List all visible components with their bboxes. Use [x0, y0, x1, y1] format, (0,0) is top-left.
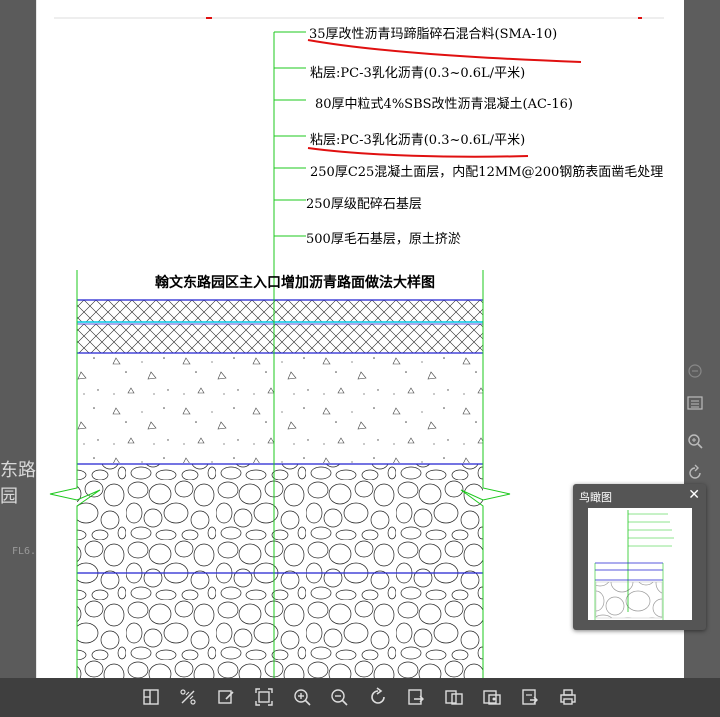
background-cad-text: 东路园 — [0, 460, 36, 507]
zoom-in-icon[interactable] — [288, 683, 316, 711]
overview-thumbnail-drawing — [594, 510, 674, 620]
annotate-icon[interactable] — [212, 683, 240, 711]
layout-icon[interactable] — [137, 683, 165, 711]
compare-icon[interactable] — [440, 683, 468, 711]
side-list-icon[interactable] — [684, 392, 706, 414]
share-icon[interactable] — [516, 683, 544, 711]
layer-label-tack-coat-1: 粘层:PC-3乳化沥青(0.3~0.6L/平米) — [310, 66, 526, 81]
close-icon[interactable]: ✕ — [688, 487, 700, 503]
background-cad-small-text: FL6. — [12, 546, 37, 557]
layer-label-ac16: 80厚中粒式4%SBS改性沥青混凝土(AC-16) — [315, 97, 573, 112]
zoom-out-icon[interactable] — [325, 683, 353, 711]
drawing-title: 翰文东路园区主入口增加沥青路面做法大样图 — [155, 275, 435, 291]
overview-panel[interactable]: 鸟瞰图 ✕ — [573, 484, 706, 630]
side-zoom-icon[interactable] — [684, 430, 706, 452]
print-icon[interactable] — [554, 683, 582, 711]
overview-title: 鸟瞰图 — [579, 491, 612, 504]
layer-label-sma: 35厚改性沥青玛蹄脂碎石混合料(SMA-10) — [309, 27, 558, 42]
layer-label-rubble-base: 500厚毛石基层，原土挤淤 — [306, 232, 461, 247]
layer-label-tack-coat-2: 粘层:PC-3乳化沥青(0.3~0.6L/平米) — [310, 133, 526, 148]
side-collapse-icon[interactable] — [684, 360, 706, 382]
measure-icon[interactable] — [174, 683, 202, 711]
left-background-drawing: 东路园 FL6. — [0, 0, 36, 717]
side-refresh-icon[interactable] — [684, 462, 706, 484]
fit-screen-icon[interactable] — [250, 683, 278, 711]
layer-icon[interactable] — [478, 683, 506, 711]
layer-label-c25-concrete: 250厚C25混凝土面层，内配12MM@200钢筋表面凿毛处理 — [310, 165, 664, 180]
layer-label-gravel-base: 250厚级配碎石基层 — [306, 197, 422, 212]
overview-thumbnail[interactable] — [588, 508, 692, 620]
export-image-icon[interactable] — [402, 683, 430, 711]
bottom-toolbar — [0, 678, 720, 717]
rotate-icon[interactable] — [364, 683, 392, 711]
